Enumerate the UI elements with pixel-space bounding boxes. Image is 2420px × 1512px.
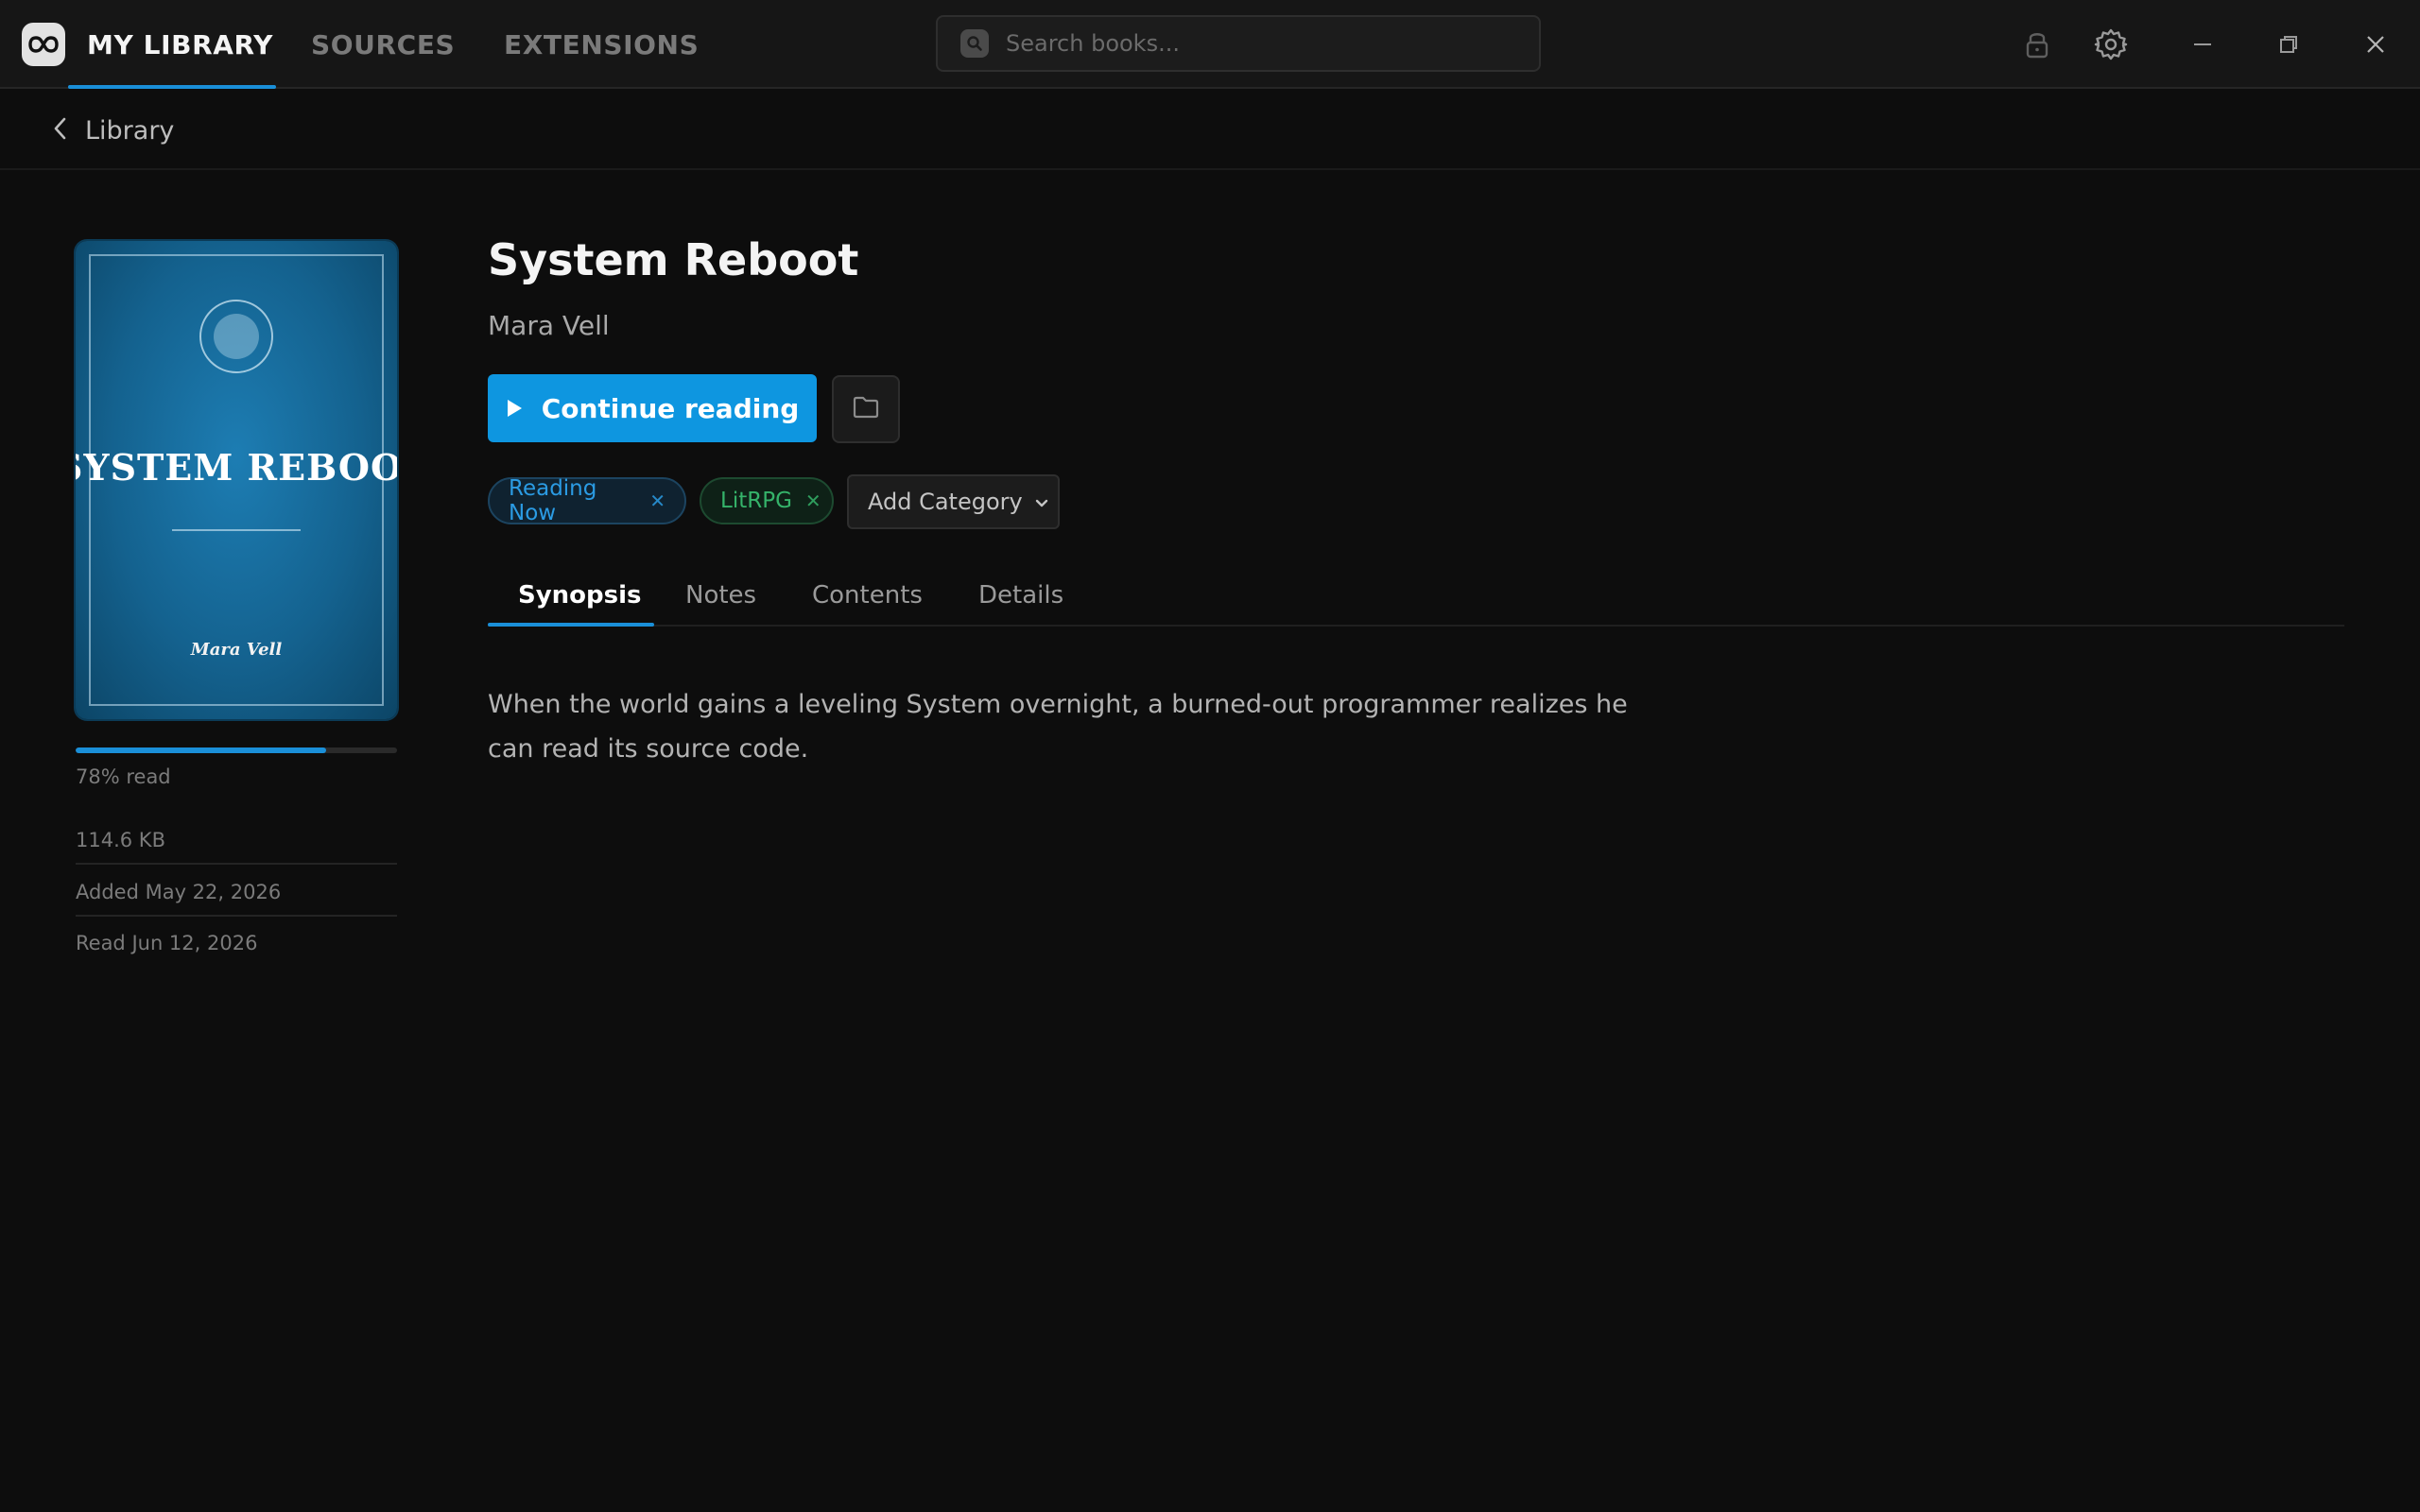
breadcrumb[interactable]: Library xyxy=(53,110,174,151)
add-category-dropdown[interactable]: Add Category xyxy=(847,474,1060,529)
app-logo-icon[interactable] xyxy=(22,23,65,66)
chevron-down-icon xyxy=(1034,489,1049,515)
close-icon[interactable] xyxy=(2357,26,2394,63)
tab-extensions[interactable]: EXTENSIONS xyxy=(504,0,699,89)
breadcrumb-label: Library xyxy=(85,115,175,146)
top-bar: MY LIBRARY SOURCES EXTENSIONS xyxy=(0,0,2420,89)
category-chip-label: Reading Now xyxy=(509,476,597,525)
progress-label: 78% read xyxy=(76,765,171,788)
folder-icon xyxy=(853,396,879,422)
reading-progress-bar xyxy=(76,747,397,753)
search-bar[interactable] xyxy=(936,15,1541,72)
detail-tabs: Synopsis Notes Contents Details xyxy=(488,567,2344,627)
book-title: System Reboot xyxy=(488,234,859,285)
active-detail-tab-indicator xyxy=(488,623,654,627)
category-chip-reading-now[interactable]: Reading Now ✕ xyxy=(488,476,686,525)
cover-author: Mara Vell xyxy=(190,640,283,660)
cover-title: SYSTEM REBOOT xyxy=(76,446,397,489)
search-input[interactable] xyxy=(1006,30,1516,57)
remove-category-icon[interactable]: ✕ xyxy=(805,490,821,512)
added-date: Added May 22, 2026 xyxy=(76,881,282,903)
file-size: 114.6 KB xyxy=(76,829,165,851)
synopsis-text: When the world gains a leveling System o… xyxy=(488,690,1628,764)
tab-details[interactable]: Details xyxy=(978,567,1063,624)
tab-sources[interactable]: SOURCES xyxy=(311,0,455,89)
category-chip-label: LitRPG xyxy=(720,489,792,513)
tab-contents[interactable]: Contents xyxy=(812,567,923,624)
search-icon xyxy=(960,29,989,58)
remove-category-icon[interactable]: ✕ xyxy=(649,490,666,512)
category-chip-litrpg[interactable]: LitRPG ✕ xyxy=(700,477,834,524)
tab-my-library[interactable]: MY LIBRARY xyxy=(87,0,273,89)
maximize-icon[interactable] xyxy=(2270,26,2308,63)
book-author[interactable]: Mara Vell xyxy=(488,310,610,341)
tab-notes[interactable]: Notes xyxy=(685,567,756,624)
meta-divider xyxy=(76,915,397,917)
minimize-icon[interactable] xyxy=(2184,26,2221,63)
gear-icon[interactable] xyxy=(2092,26,2130,63)
cover-emblem-inner xyxy=(214,314,259,359)
lock-icon[interactable] xyxy=(2018,26,2056,63)
reading-progress-fill xyxy=(76,747,327,753)
add-category-label: Add Category xyxy=(868,489,1023,515)
read-date: Read Jun 12, 2026 xyxy=(76,932,258,954)
continue-reading-button[interactable]: Continue reading xyxy=(488,374,817,442)
cover-divider xyxy=(172,529,301,531)
play-icon xyxy=(506,393,523,424)
meta-divider xyxy=(76,863,397,865)
continue-reading-label: Continue reading xyxy=(541,392,800,424)
open-folder-button[interactable] xyxy=(832,375,900,443)
chevron-left-icon xyxy=(53,116,68,145)
book-cover[interactable]: SYSTEM REBOOT Mara Vell xyxy=(76,241,397,719)
tab-synopsis[interactable]: Synopsis xyxy=(518,567,642,624)
breadcrumb-bar: Library xyxy=(0,89,2420,170)
